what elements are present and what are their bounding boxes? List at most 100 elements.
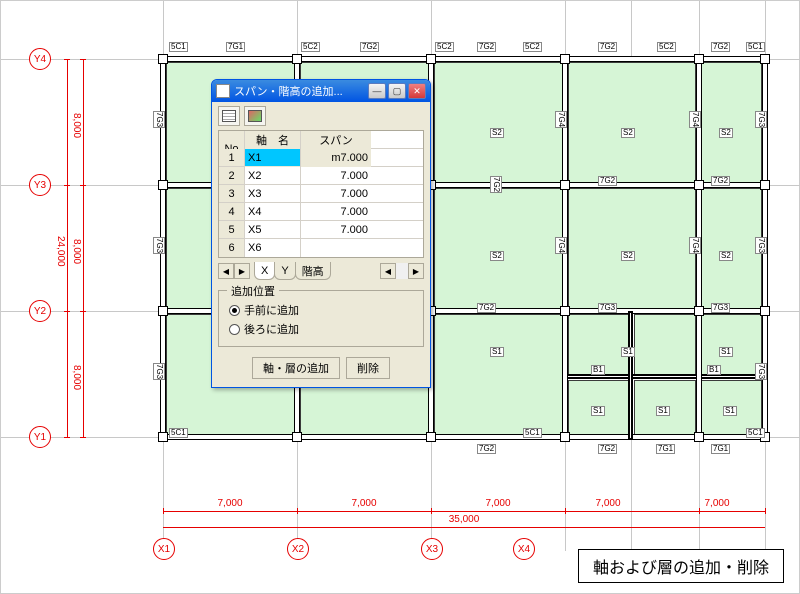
- dim-x: 7,000: [541, 498, 675, 509]
- table-row[interactable]: 3X37.000: [219, 185, 423, 203]
- axis-y2: Y2: [29, 300, 51, 322]
- cell-span[interactable]: 7.000: [301, 167, 371, 184]
- beam-label: 7G4: [555, 237, 567, 254]
- tab-scroll-row: ◀ ▶ X Y 階高 ◀ ▶: [218, 262, 424, 280]
- cell-name[interactable]: X6: [245, 239, 301, 257]
- slab-label: S1: [490, 347, 504, 357]
- cell-span[interactable]: [301, 239, 371, 257]
- insert-position-group: 追加位置 手前に追加 後ろに追加: [218, 290, 424, 347]
- hscroll-right-button[interactable]: ▶: [408, 263, 424, 279]
- beam-label: 7G3: [153, 363, 165, 380]
- slab-label: S2: [719, 128, 733, 138]
- dim-y-total: 24,000: [55, 221, 66, 281]
- dim-y: 8,000: [71, 101, 82, 151]
- cell-span[interactable]: 7.000: [301, 185, 371, 202]
- beam-label: 7G2: [598, 444, 617, 454]
- dim-y: 8,000: [71, 353, 82, 403]
- cell-span[interactable]: 7.000: [301, 203, 371, 220]
- group-title: 追加位置: [227, 283, 279, 299]
- beam-label: 7G2: [490, 176, 502, 193]
- beam-label: B1: [591, 365, 605, 375]
- beam-label: 7G3: [598, 303, 617, 313]
- dialog-title: スパン・階高の追加...: [234, 83, 366, 99]
- hscroll-left-button[interactable]: ◀: [380, 263, 396, 279]
- col-label: 5C1: [169, 428, 188, 438]
- cell-span[interactable]: 7.000: [301, 221, 371, 238]
- cell-name[interactable]: X1: [245, 149, 301, 166]
- table-row[interactable]: 4X47.000: [219, 203, 423, 221]
- cell-span[interactable]: 7.000: [301, 149, 371, 166]
- beam-label: 7G1: [226, 42, 245, 52]
- beam-label: 7G3: [755, 237, 767, 254]
- table-row[interactable]: 2X27.000: [219, 167, 423, 185]
- cell-name[interactable]: X2: [245, 167, 301, 184]
- beam-label: 7G2: [477, 444, 496, 454]
- col-label: 5C2: [523, 42, 542, 52]
- caption-box: 軸および層の追加・削除: [578, 549, 784, 583]
- toolbar-book-icon[interactable]: [244, 106, 266, 126]
- slab-label: S1: [656, 406, 670, 416]
- col-label: 5C1: [523, 428, 542, 438]
- radio-icon[interactable]: [229, 305, 240, 316]
- col-label: 5C1: [169, 42, 188, 52]
- radio-icon[interactable]: [229, 324, 240, 335]
- slab-label: S1: [621, 347, 635, 357]
- beam-label: 7G3: [153, 111, 165, 128]
- beam-label: 7G3: [755, 363, 767, 380]
- axis-y4: Y4: [29, 48, 51, 70]
- dialog-titlebar[interactable]: スパン・階高の追加... — ▢ ✕: [212, 80, 430, 102]
- slab-label: S2: [621, 128, 635, 138]
- add-button[interactable]: 軸・層の追加: [252, 357, 340, 379]
- scroll-left-button[interactable]: ◀: [218, 263, 234, 279]
- col-header-span: スパン: [301, 131, 371, 149]
- dim-y: 8,000: [71, 227, 82, 277]
- table-row[interactable]: 6X6: [219, 239, 423, 257]
- delete-button[interactable]: 削除: [346, 357, 390, 379]
- dialog-icon: [216, 84, 230, 98]
- beam-label: 7G2: [598, 176, 617, 186]
- axis-x3: X3: [421, 538, 443, 560]
- axis-y1: Y1: [29, 426, 51, 448]
- col-label: 5C2: [435, 42, 454, 52]
- col-label: 5C2: [657, 42, 676, 52]
- table-row[interactable]: 5X57.000: [219, 221, 423, 239]
- slab-label: S2: [621, 251, 635, 261]
- scroll-right-button[interactable]: ▶: [234, 263, 250, 279]
- beam-label: 7G4: [689, 111, 701, 128]
- cell-name[interactable]: X3: [245, 185, 301, 202]
- row-no: 6: [219, 239, 245, 257]
- data-table[interactable]: No 軸 名 スパン 4文字 m 1X17.000 2X27.000 3X37.…: [218, 130, 424, 258]
- beam-label: 7G3: [711, 303, 730, 313]
- beam-label: 7G2: [711, 42, 730, 52]
- row-no: 5: [219, 221, 245, 238]
- radio-after[interactable]: 後ろに追加: [229, 321, 413, 337]
- row-no: 1: [219, 149, 245, 166]
- span-floor-dialog[interactable]: スパン・階高の追加... — ▢ ✕ No 軸 名 スパン 4文字 m: [211, 79, 431, 388]
- tab-x[interactable]: X: [254, 262, 275, 280]
- tab-y[interactable]: Y: [274, 262, 295, 280]
- radio-label: 手前に追加: [244, 302, 299, 318]
- slab-label: S2: [490, 251, 504, 261]
- row-no: 2: [219, 167, 245, 184]
- minimize-button[interactable]: —: [368, 83, 386, 99]
- slab-label: S2: [719, 251, 733, 261]
- beam-label: 7G1: [656, 444, 675, 454]
- hscroll-track[interactable]: [396, 263, 408, 279]
- toolbar-grid-icon[interactable]: [218, 106, 240, 126]
- col-header-name: 軸 名: [245, 131, 301, 149]
- beam-label: 7G4: [555, 111, 567, 128]
- button-row: 軸・層の追加 削除: [218, 357, 424, 379]
- dim-x: 7,000: [667, 498, 767, 509]
- maximize-button[interactable]: ▢: [388, 83, 406, 99]
- row-no: 3: [219, 185, 245, 202]
- row-no: 4: [219, 203, 245, 220]
- col-label: 5C2: [301, 42, 320, 52]
- dim-x: 7,000: [163, 498, 297, 509]
- slab-label: S2: [490, 128, 504, 138]
- close-button[interactable]: ✕: [408, 83, 426, 99]
- cell-name[interactable]: X5: [245, 221, 301, 238]
- radio-before[interactable]: 手前に追加: [229, 302, 413, 318]
- tab-floor[interactable]: 階高: [295, 262, 331, 280]
- dialog-body: No 軸 名 スパン 4文字 m 1X17.000 2X27.000 3X37.…: [212, 102, 430, 387]
- cell-name[interactable]: X4: [245, 203, 301, 220]
